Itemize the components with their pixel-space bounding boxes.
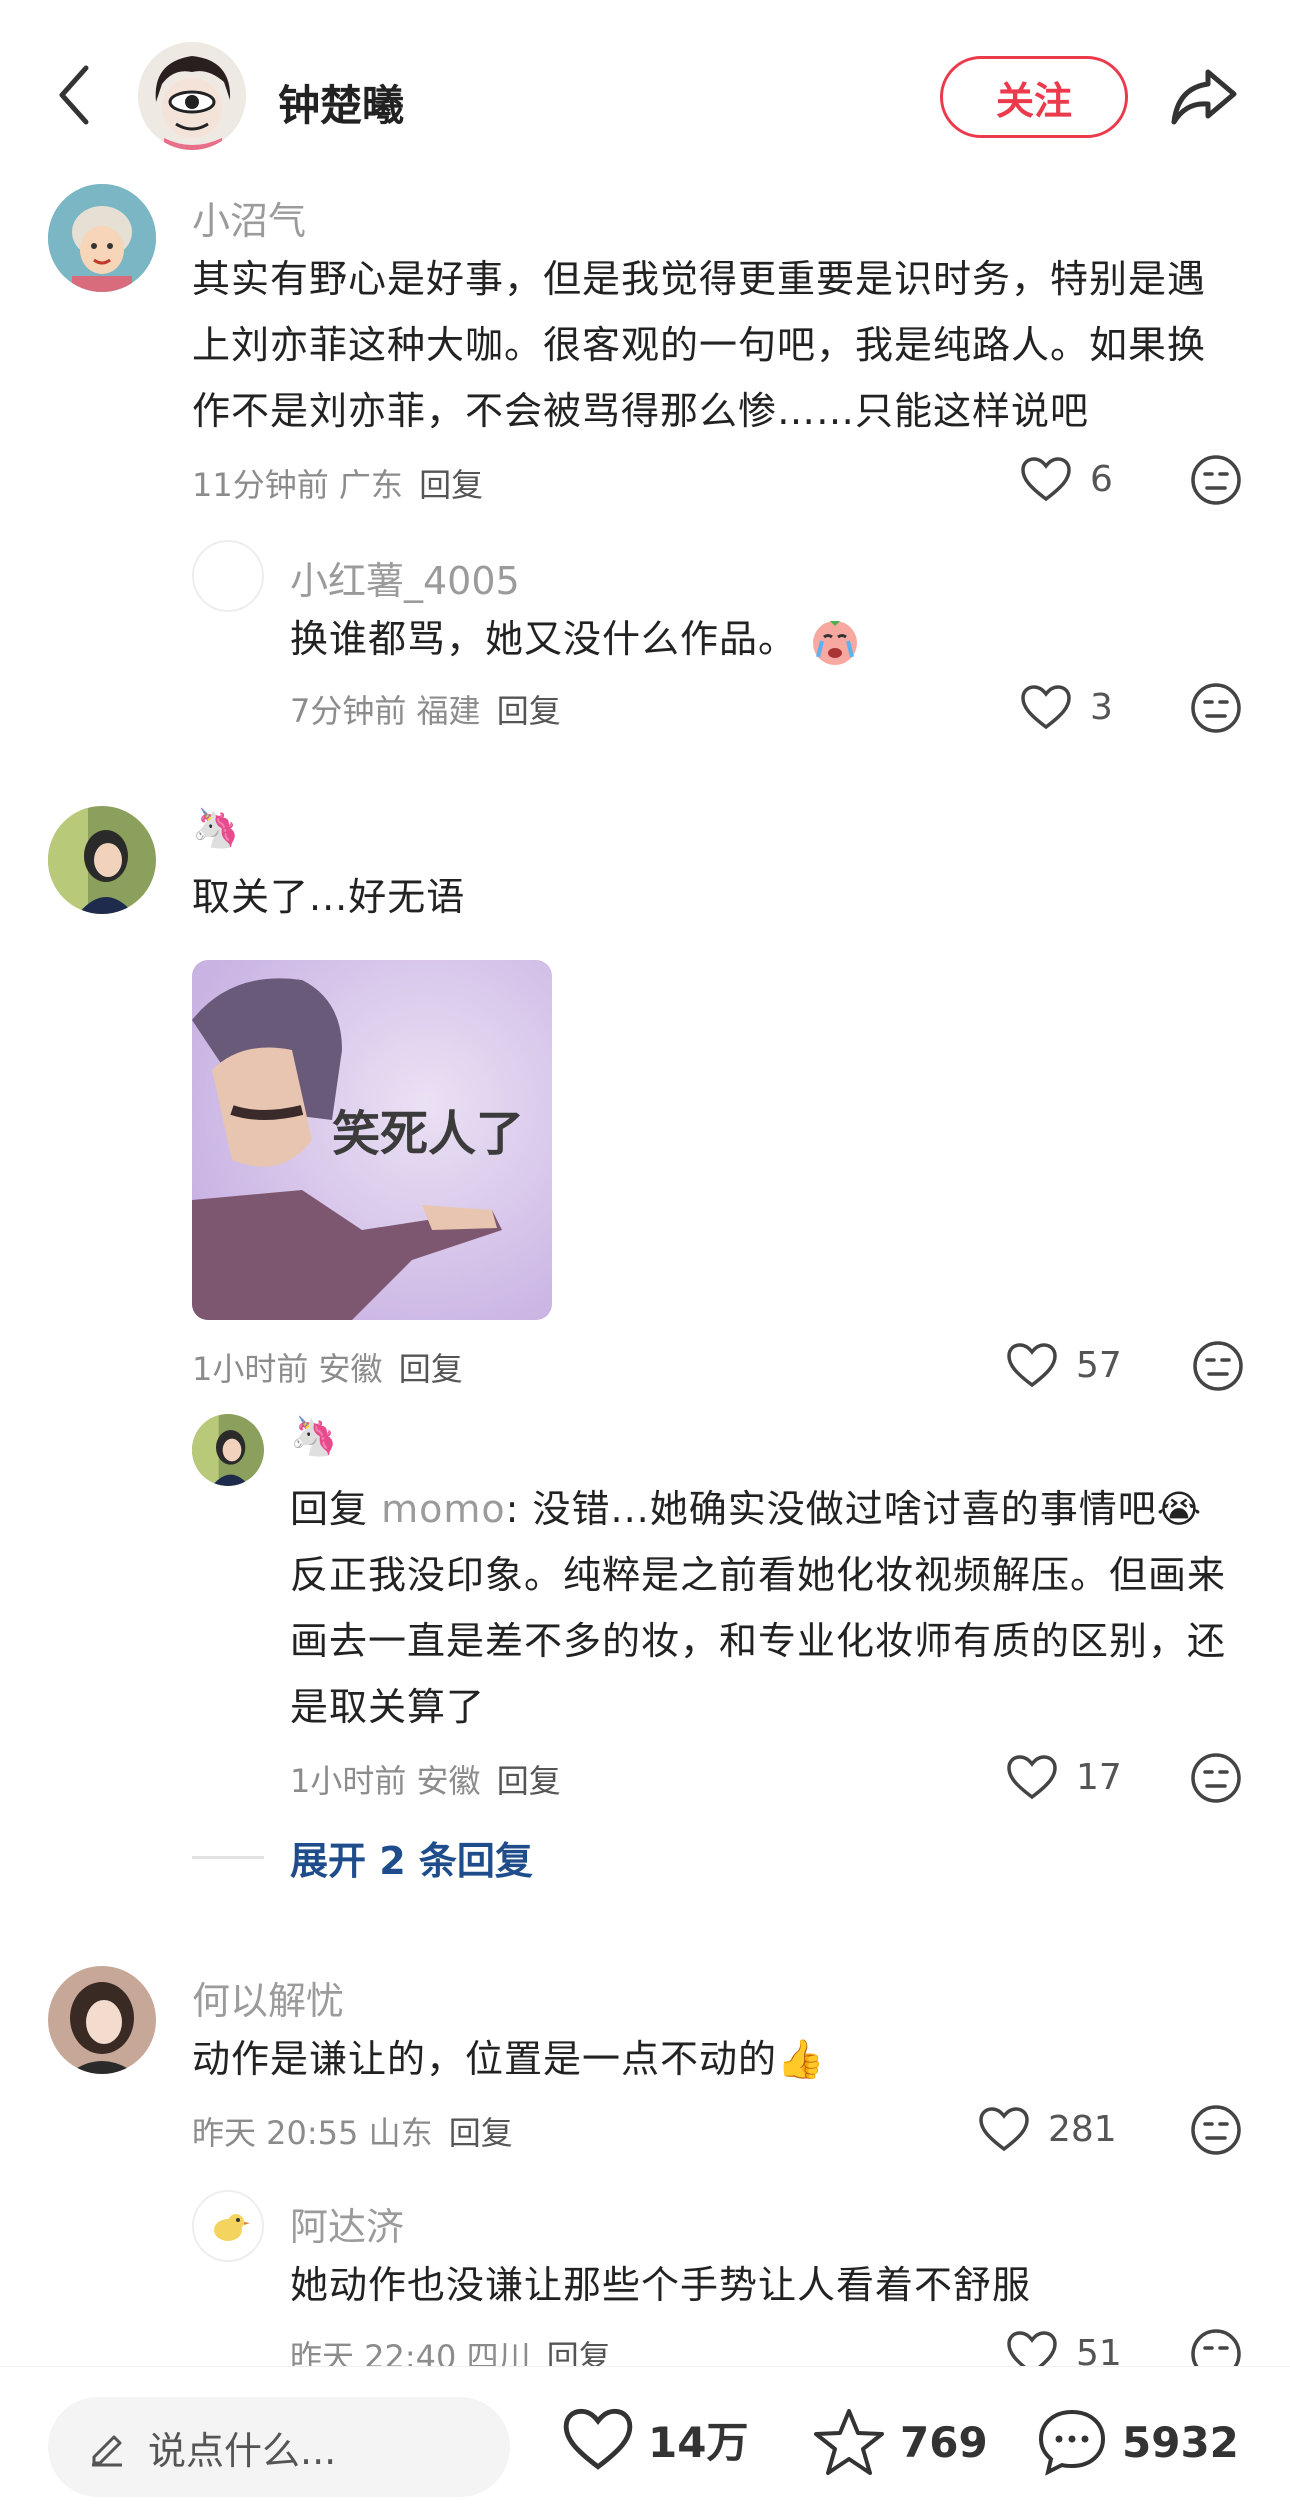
comment-text[interactable]: 其实有野心是好事，但是我觉得更重要是识时务，特别是遇上刘亦菲这种大咖。很客观的一…: [192, 246, 1242, 444]
header: 钟楚曦 关注: [0, 0, 1290, 190]
comment-input[interactable]: 说点什么...: [48, 2397, 510, 2497]
commenter-avatar[interactable]: [48, 806, 156, 914]
comment-meta: 昨天 20:55 山东 回复: [192, 2108, 513, 2154]
reply-button[interactable]: 回复: [419, 466, 483, 504]
comment-meta: 1小时前 安徽 回复: [290, 1756, 561, 1802]
username[interactable]: 何以解忧: [192, 1970, 344, 2025]
meh-face-icon[interactable]: [1192, 1340, 1244, 1392]
like-button[interactable]: 281: [978, 2106, 1117, 2152]
comment-time: 昨天 20:55: [192, 2114, 359, 2152]
heart-icon: [1007, 2331, 1057, 2366]
username[interactable]: 小沼气: [192, 190, 306, 245]
heart-icon: [563, 2408, 633, 2470]
comment-bubble-icon: [1038, 2409, 1106, 2476]
mention-link[interactable]: momo: [381, 1487, 506, 1531]
username[interactable]: 小红薯_4005: [290, 550, 520, 605]
commenter-avatar[interactable]: [48, 184, 156, 292]
sticker-image[interactable]: 笑死人了: [192, 960, 552, 1320]
meh-face-icon[interactable]: [1190, 682, 1242, 734]
reply-prefix: 回复: [290, 1487, 369, 1531]
username[interactable]: 🦄: [290, 1414, 337, 1459]
favorite-count: 769: [900, 2417, 988, 2467]
comment-text[interactable]: 取关了...好无语: [192, 864, 465, 930]
comment-text-content: 动作是谦让的，位置是一点不动的👍: [192, 2037, 826, 2081]
like-button[interactable]: 17: [1006, 1754, 1122, 1800]
commenter-avatar[interactable]: [192, 1414, 264, 1486]
username[interactable]: 🦄: [192, 806, 239, 851]
comment-time: 1小时前: [192, 1350, 309, 1388]
favorite-button[interactable]: 769: [812, 2407, 988, 2477]
like-button[interactable]: 3: [1020, 684, 1113, 730]
follow-button[interactable]: 关注: [940, 56, 1128, 138]
comment-text-content: 换谁都骂，她又没什么作品。: [290, 617, 798, 661]
like-button[interactable]: 6: [1020, 456, 1113, 502]
comment-meta: 1小时前 安徽 回复: [192, 1344, 463, 1390]
comment-input-placeholder: 说点什么...: [148, 2428, 337, 2473]
heart-icon: [1007, 1755, 1057, 1800]
sticker-caption: 笑死人了: [332, 1106, 524, 1162]
comment-text[interactable]: 动作是谦让的，位置是一点不动的👍: [192, 2026, 1192, 2092]
expand-replies-button[interactable]: 展开 2 条回复: [290, 1830, 533, 1885]
like-count: 3: [1090, 686, 1113, 728]
bottom-action-bar: 说点什么... 14万 769 5932: [0, 2366, 1290, 2507]
crying-emoji-icon: [810, 617, 860, 667]
reply-button[interactable]: 回复: [497, 692, 561, 730]
like-count: 51: [1076, 2332, 1122, 2367]
author-name[interactable]: 钟楚曦: [278, 72, 404, 133]
star-icon: [814, 2409, 884, 2475]
commenter-avatar[interactable]: [192, 540, 264, 612]
author-avatar[interactable]: [138, 42, 246, 150]
comment-meta: 7分钟前 福建 回复: [290, 686, 561, 732]
comment-meta: 11分钟前 广东 回复: [192, 460, 483, 506]
meh-face-icon[interactable]: [1190, 454, 1242, 506]
like-post-button[interactable]: 14万: [562, 2407, 748, 2471]
comment-time: 1小时前: [290, 1762, 407, 1800]
comment-text[interactable]: 她动作也没谦让那些个手势让人看着不舒服: [290, 2252, 1230, 2318]
meh-face-icon[interactable]: [1190, 2328, 1242, 2366]
like-button[interactable]: 51: [1006, 2330, 1122, 2366]
reply-button[interactable]: 回复: [399, 1350, 463, 1388]
comment-time: 昨天 22:40: [290, 2338, 457, 2366]
heart-icon: [1021, 457, 1071, 502]
comment-location: 广东: [338, 466, 403, 504]
comment-time: 11分钟前: [192, 466, 329, 504]
reply-button[interactable]: 回复: [497, 1762, 561, 1800]
like-count: 281: [1048, 2108, 1117, 2150]
comment-location: 安徽: [416, 1762, 481, 1800]
heart-icon: [1021, 685, 1071, 730]
comment-location: 山东: [368, 2114, 433, 2152]
comment-location: 福建: [416, 692, 481, 730]
post-like-count: 14万: [648, 2417, 749, 2467]
username[interactable]: 阿达济: [290, 2196, 404, 2251]
expand-divider: [192, 1856, 264, 1859]
meh-face-icon[interactable]: [1190, 2104, 1242, 2156]
meh-face-icon[interactable]: [1190, 1752, 1242, 1804]
comment-location: 安徽: [318, 1350, 383, 1388]
heart-icon: [1007, 1343, 1057, 1388]
comment-text[interactable]: 回复 momo: 没错...她确实没做过啥讨喜的事情吧😭反正我没印象。纯粹是之前…: [290, 1476, 1230, 1740]
reply-button[interactable]: 回复: [449, 2114, 513, 2152]
heart-icon: [979, 2107, 1029, 2152]
reply-button[interactable]: 回复: [547, 2338, 611, 2366]
commenter-avatar[interactable]: [48, 1966, 156, 2074]
back-icon[interactable]: [50, 60, 100, 130]
comment-text[interactable]: 换谁都骂，她又没什么作品。: [290, 606, 1190, 672]
like-button[interactable]: 57: [1006, 1342, 1122, 1388]
commenter-avatar[interactable]: [192, 2190, 264, 2262]
pencil-icon: [92, 2435, 122, 2467]
like-count: 6: [1090, 458, 1113, 500]
comment-time: 7分钟前: [290, 692, 407, 730]
comments-button[interactable]: 5932: [1036, 2407, 1239, 2477]
share-icon[interactable]: [1168, 64, 1240, 128]
partial-row-clip: 昨天 22:40 四川 回复 51: [0, 2326, 1290, 2366]
comment-meta: 昨天 22:40 四川 回复: [290, 2332, 611, 2366]
comment-count: 5932: [1122, 2417, 1239, 2467]
like-count: 17: [1076, 1756, 1122, 1798]
comment-location: 四川: [466, 2338, 531, 2366]
like-count: 57: [1076, 1344, 1122, 1386]
